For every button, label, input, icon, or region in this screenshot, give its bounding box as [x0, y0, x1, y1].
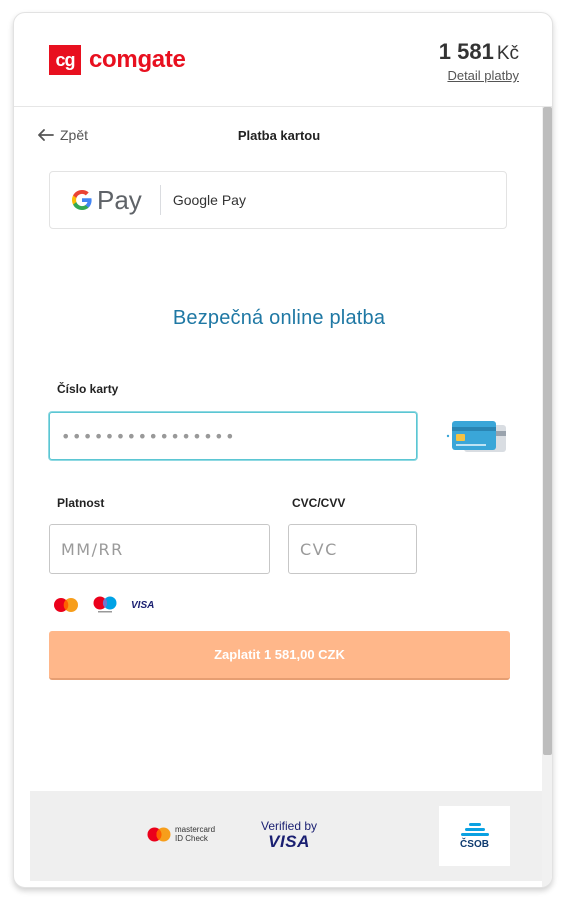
scroll-area: Zpět Platba kartou Pay Google Pay Bezpeč…	[14, 107, 552, 887]
payment-card: cg comgate 1 581 Kč Detail platby Zpět Pl…	[13, 12, 553, 888]
google-g-icon	[72, 190, 92, 210]
divider	[159, 185, 161, 215]
amount-currency: Kč	[496, 43, 519, 64]
header: cg comgate 1 581 Kč Detail platby	[14, 13, 552, 107]
expiry-input[interactable]: MM/RR	[49, 524, 270, 574]
expiry-label: Platnost	[57, 496, 105, 510]
secure-payment-title: Bezpečná online platba	[172, 307, 386, 329]
logo-text: comgate	[89, 46, 186, 73]
mastercard-id-check-badge: mastercard ID Check	[147, 825, 215, 843]
maestro-icon	[93, 596, 117, 613]
csob-text: ČSOB	[460, 838, 489, 850]
cvc-label: CVC/CVV	[292, 496, 346, 510]
card-number-label: Číslo karty	[57, 382, 119, 396]
scrollbar[interactable]	[542, 107, 552, 887]
cvc-input[interactable]: CVC	[288, 524, 417, 574]
card-brands: VISA	[53, 596, 167, 614]
verified-line2: VISA	[268, 832, 310, 851]
scrollbar-thumb[interactable]	[543, 107, 552, 755]
google-pay-logo: Pay	[71, 185, 142, 216]
total-amount: 1 581 Kč	[439, 39, 519, 65]
mastercard-icon	[54, 598, 78, 612]
mastercard-icon	[147, 827, 171, 841]
verified-line1: Verified by	[261, 819, 318, 833]
verified-by-visa-badge: Verified by VISA	[261, 819, 317, 851]
google-pay-button[interactable]: Pay Google Pay	[49, 171, 507, 229]
csob-logo: ČSOB	[439, 806, 510, 866]
card-number-input[interactable]: ••••••••••••••••	[49, 412, 417, 460]
mc-id-check-text: mastercard ID Check	[175, 825, 215, 843]
google-pay-label: Google Pay	[172, 192, 246, 208]
payment-detail-link[interactable]: Detail platby	[447, 68, 519, 83]
visa-icon: VISA	[131, 599, 155, 611]
pay-button[interactable]: Zaplatit 1 581,00 CZK	[49, 631, 510, 680]
credit-card-icon	[446, 421, 506, 452]
mc-line1: mastercard	[175, 825, 216, 834]
amount-value: 1 581	[438, 39, 494, 64]
logo-mark: cg	[49, 45, 81, 75]
csob-wave-icon	[460, 822, 489, 836]
page-title: Platba kartou	[237, 128, 321, 143]
footer-security-badges: mastercard ID Check Verified by VISA ČSO…	[30, 791, 542, 881]
google-pay-logo-text: Pay	[97, 184, 142, 215]
comgate-logo: cg comgate	[49, 45, 186, 75]
mc-line2: ID Check	[175, 834, 208, 843]
